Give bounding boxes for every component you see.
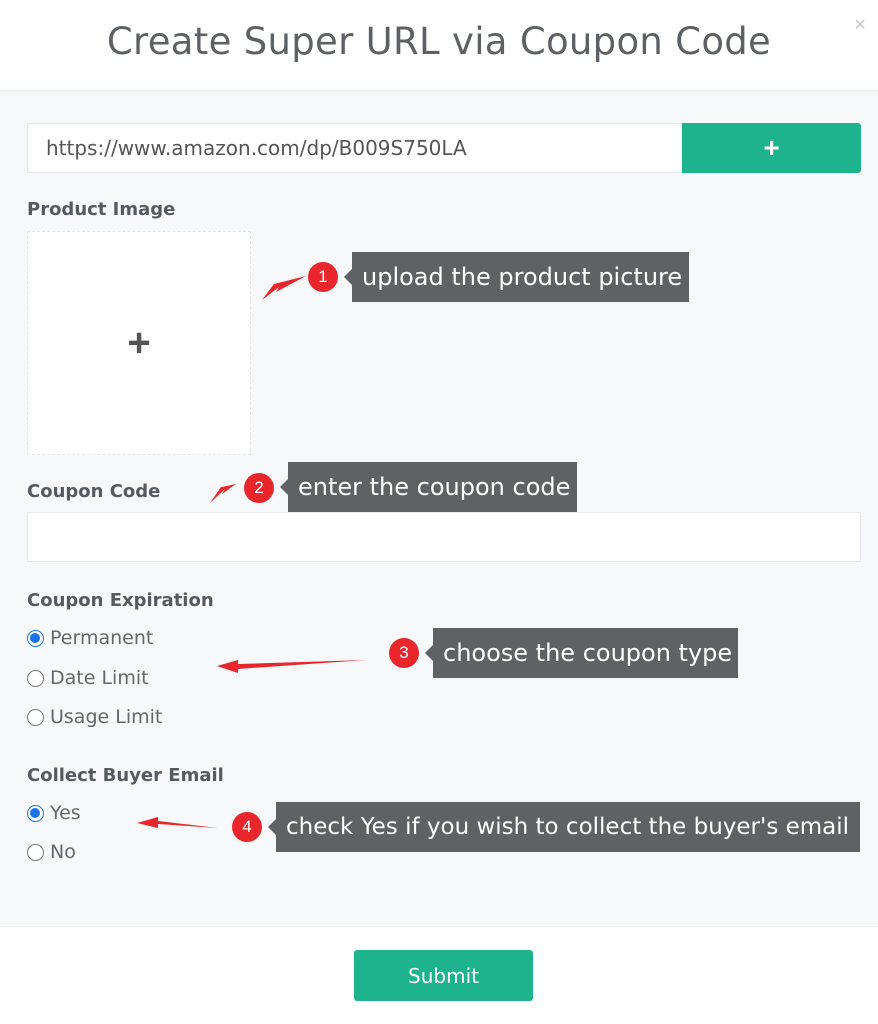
arrow-icon <box>262 276 306 300</box>
annotation-badge: 4 <box>232 812 262 842</box>
annotation-callout: check Yes if you wish to collect the buy… <box>268 802 860 852</box>
annotation-badge: 2 <box>244 473 274 503</box>
arrow-icon <box>210 484 236 503</box>
arrow-icon <box>217 660 366 673</box>
arrow-icon <box>137 817 218 828</box>
annotation-callout: upload the product picture <box>344 252 689 302</box>
annotation-badge: 1 <box>308 262 338 292</box>
annotation-badge: 3 <box>389 638 419 668</box>
annotation-callout: enter the coupon code <box>280 462 577 512</box>
annotation-arrows <box>137 276 366 828</box>
annotation-callout: choose the coupon type <box>425 628 738 678</box>
